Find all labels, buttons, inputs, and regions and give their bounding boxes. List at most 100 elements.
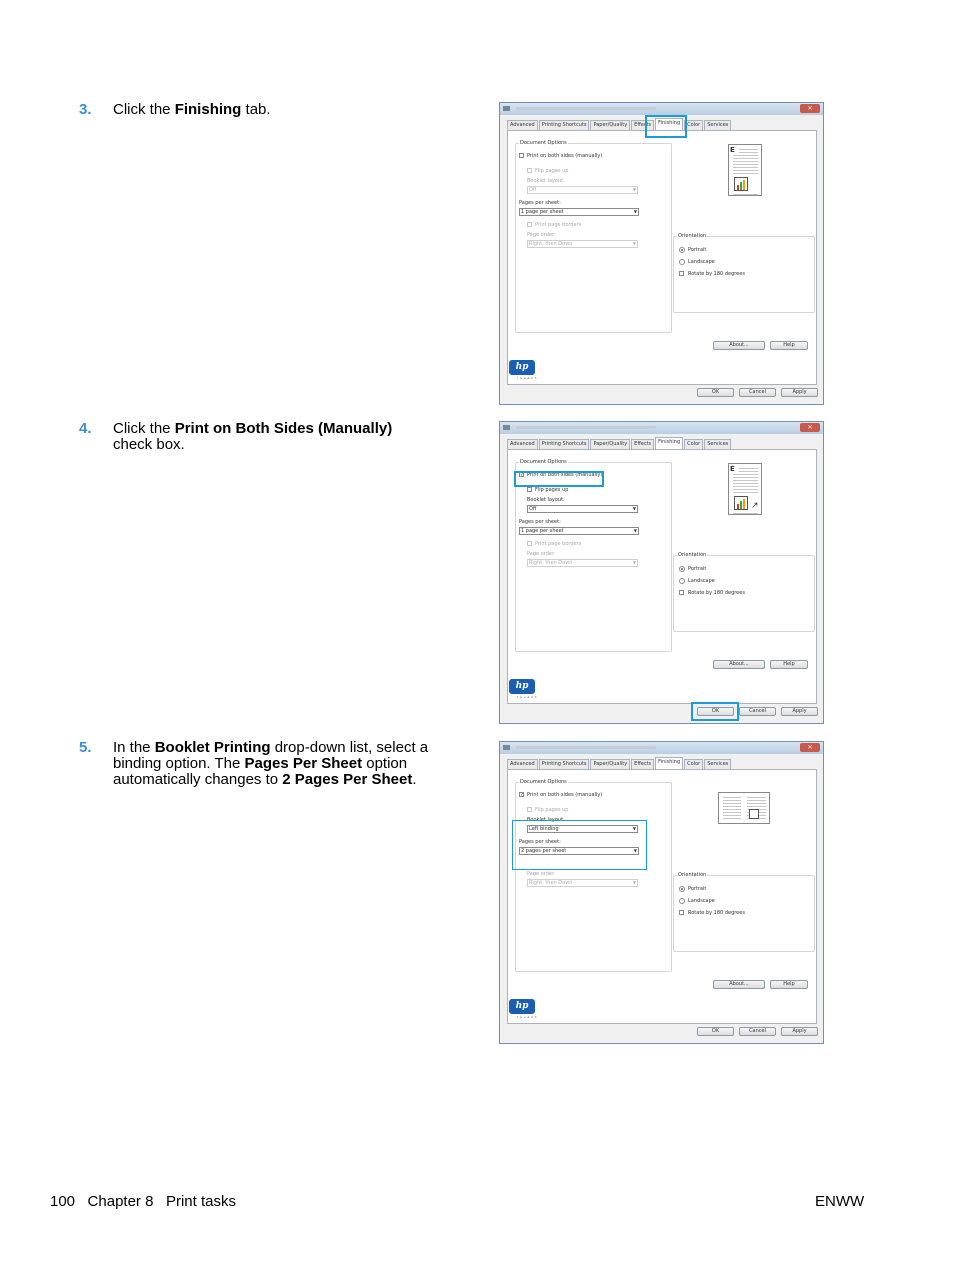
cancel-button[interactable]: Cancel xyxy=(739,707,776,716)
page-borders-checkbox[interactable] xyxy=(527,541,532,546)
flip-pages-label: Flip pages up xyxy=(535,487,569,493)
page-order-select[interactable]: Right, then Down ▼ xyxy=(527,879,638,887)
printer-icon xyxy=(503,745,510,750)
dialog-screenshot: ✕ Advanced Printing Shortcuts Paper/Quality… xyxy=(499,421,824,724)
tab-strip: Advanced Printing Shortcuts Paper/Quality E… xyxy=(507,118,732,130)
duplex-checkbox[interactable]: ✓ xyxy=(519,792,524,798)
chart-icon xyxy=(749,809,759,819)
document-options-label: Document Options xyxy=(519,779,568,785)
page-borders-label: Print page borders xyxy=(535,222,582,228)
booklet-layout-select[interactable]: Off ▼ xyxy=(527,186,638,194)
tab-services[interactable]: Services xyxy=(704,120,732,130)
rotate-checkbox[interactable] xyxy=(679,910,684,915)
close-icon[interactable]: ✕ xyxy=(800,423,820,432)
tab-effects[interactable]: Effects xyxy=(631,759,655,769)
duplex-label: Print on both sides (manually) xyxy=(527,153,603,159)
portrait-radio[interactable] xyxy=(679,566,685,572)
tab-printing-shortcuts[interactable]: Printing Shortcuts xyxy=(538,759,590,769)
dialog-screenshot: ✕ Advanced Printing Shortcuts Paper/Quality… xyxy=(499,741,824,1044)
tab-paper-quality[interactable]: Paper/Quality xyxy=(590,759,631,769)
tab-effects[interactable]: Effects xyxy=(631,439,655,449)
tab-finishing[interactable]: Finishing xyxy=(655,118,684,130)
tab-strip: Advanced Printing Shortcuts Paper/Quality E… xyxy=(507,437,732,449)
page-borders-checkbox[interactable] xyxy=(527,222,532,227)
tab-color[interactable]: Color xyxy=(684,439,704,449)
tab-paper-quality[interactable]: Paper/Quality xyxy=(590,120,631,130)
apply-button[interactable]: Apply xyxy=(781,1027,818,1036)
flip-pages-checkbox[interactable] xyxy=(527,807,532,812)
tab-advanced[interactable]: Advanced xyxy=(507,759,538,769)
portrait-label: Portrait xyxy=(688,247,707,253)
duplex-checkbox[interactable] xyxy=(519,153,524,158)
chart-icon xyxy=(734,496,748,510)
close-icon[interactable]: ✕ xyxy=(800,743,820,752)
landscape-radio[interactable] xyxy=(679,578,685,584)
help-button[interactable]: Help xyxy=(770,660,808,669)
about-button[interactable]: About... xyxy=(713,660,765,669)
ok-button[interactable]: OK xyxy=(697,388,734,397)
apply-button[interactable]: Apply xyxy=(781,388,818,397)
tab-strip: Advanced Printing Shortcuts Paper/Quality E… xyxy=(507,757,732,769)
orientation-label: Orientation xyxy=(677,872,708,878)
cancel-button[interactable]: Cancel xyxy=(739,1027,776,1036)
pages-per-sheet-label: Pages per sheet: xyxy=(519,519,561,525)
rotate-checkbox[interactable] xyxy=(679,271,684,276)
flip-pages-checkbox[interactable] xyxy=(527,487,532,492)
hp-logo: hp xyxy=(509,679,535,694)
cancel-button[interactable]: Cancel xyxy=(739,388,776,397)
ok-button[interactable]: OK xyxy=(697,1027,734,1036)
tab-advanced[interactable]: Advanced xyxy=(507,120,538,130)
chart-icon xyxy=(734,177,748,191)
tab-services[interactable]: Services xyxy=(704,759,732,769)
landscape-radio[interactable] xyxy=(679,898,685,904)
page-order-label: Page order: xyxy=(527,232,556,238)
page-order-label: Page order: xyxy=(527,871,556,877)
finishing-panel: Document Options ✓ Print on both sides (ma… xyxy=(507,449,817,704)
printer-icon xyxy=(503,425,510,430)
printer-icon xyxy=(503,106,510,111)
tab-services[interactable]: Services xyxy=(704,439,732,449)
chapter: Chapter 8 xyxy=(87,1193,154,1210)
help-button[interactable]: Help xyxy=(770,980,808,989)
flip-pages-checkbox[interactable] xyxy=(527,168,532,173)
help-button[interactable]: Help xyxy=(770,341,808,350)
tab-paper-quality[interactable]: Paper/Quality xyxy=(590,439,631,449)
step-number: 3. xyxy=(79,101,92,118)
pages-per-sheet-select[interactable]: 1 page per sheet ▼ xyxy=(519,527,639,535)
portrait-label: Portrait xyxy=(688,886,707,892)
ok-highlight xyxy=(691,702,739,721)
landscape-radio[interactable] xyxy=(679,259,685,265)
rotate-label: Rotate by 180 degrees xyxy=(688,590,745,596)
apply-button[interactable]: Apply xyxy=(781,707,818,716)
hp-invent-text: invent xyxy=(517,376,539,380)
booklet-layout-select[interactable]: Off ▼ xyxy=(527,505,638,513)
page-preview: E ↗ xyxy=(728,463,762,515)
step-number: 4. xyxy=(79,420,92,437)
page-order-select[interactable]: Right, then Down ▼ xyxy=(527,559,638,567)
page-preview xyxy=(718,792,770,824)
landscape-label: Landscape xyxy=(688,259,715,265)
page-order-select[interactable]: Right, then Down ▼ xyxy=(527,240,638,248)
flip-pages-label: Flip pages up xyxy=(535,168,569,174)
pages-per-sheet-select[interactable]: 1 page per sheet ▼ xyxy=(519,208,639,216)
tab-finishing[interactable]: Finishing xyxy=(655,437,684,449)
rotate-checkbox[interactable] xyxy=(679,590,684,595)
close-icon[interactable]: ✕ xyxy=(800,104,820,113)
rotate-label: Rotate by 180 degrees xyxy=(688,910,745,916)
page-number: 100 xyxy=(50,1193,76,1210)
landscape-label: Landscape xyxy=(688,898,715,904)
document-options-label: Document Options xyxy=(519,459,568,465)
portrait-radio[interactable] xyxy=(679,247,685,253)
step-text: Click the Finishing tab. xyxy=(113,101,271,118)
booklet-layout-label: Booklet layout: xyxy=(527,497,565,503)
about-button[interactable]: About... xyxy=(713,980,765,989)
about-button[interactable]: About... xyxy=(713,341,765,350)
tab-color[interactable]: Color xyxy=(684,759,704,769)
tab-printing-shortcuts[interactable]: Printing Shortcuts xyxy=(538,439,590,449)
tab-finishing[interactable]: Finishing xyxy=(655,757,684,769)
landscape-label: Landscape xyxy=(688,578,715,584)
tab-advanced[interactable]: Advanced xyxy=(507,439,538,449)
step-text: In the Booklet Printing drop-down list, … xyxy=(113,739,429,788)
tab-printing-shortcuts[interactable]: Printing Shortcuts xyxy=(538,120,590,130)
portrait-radio[interactable] xyxy=(679,886,685,892)
